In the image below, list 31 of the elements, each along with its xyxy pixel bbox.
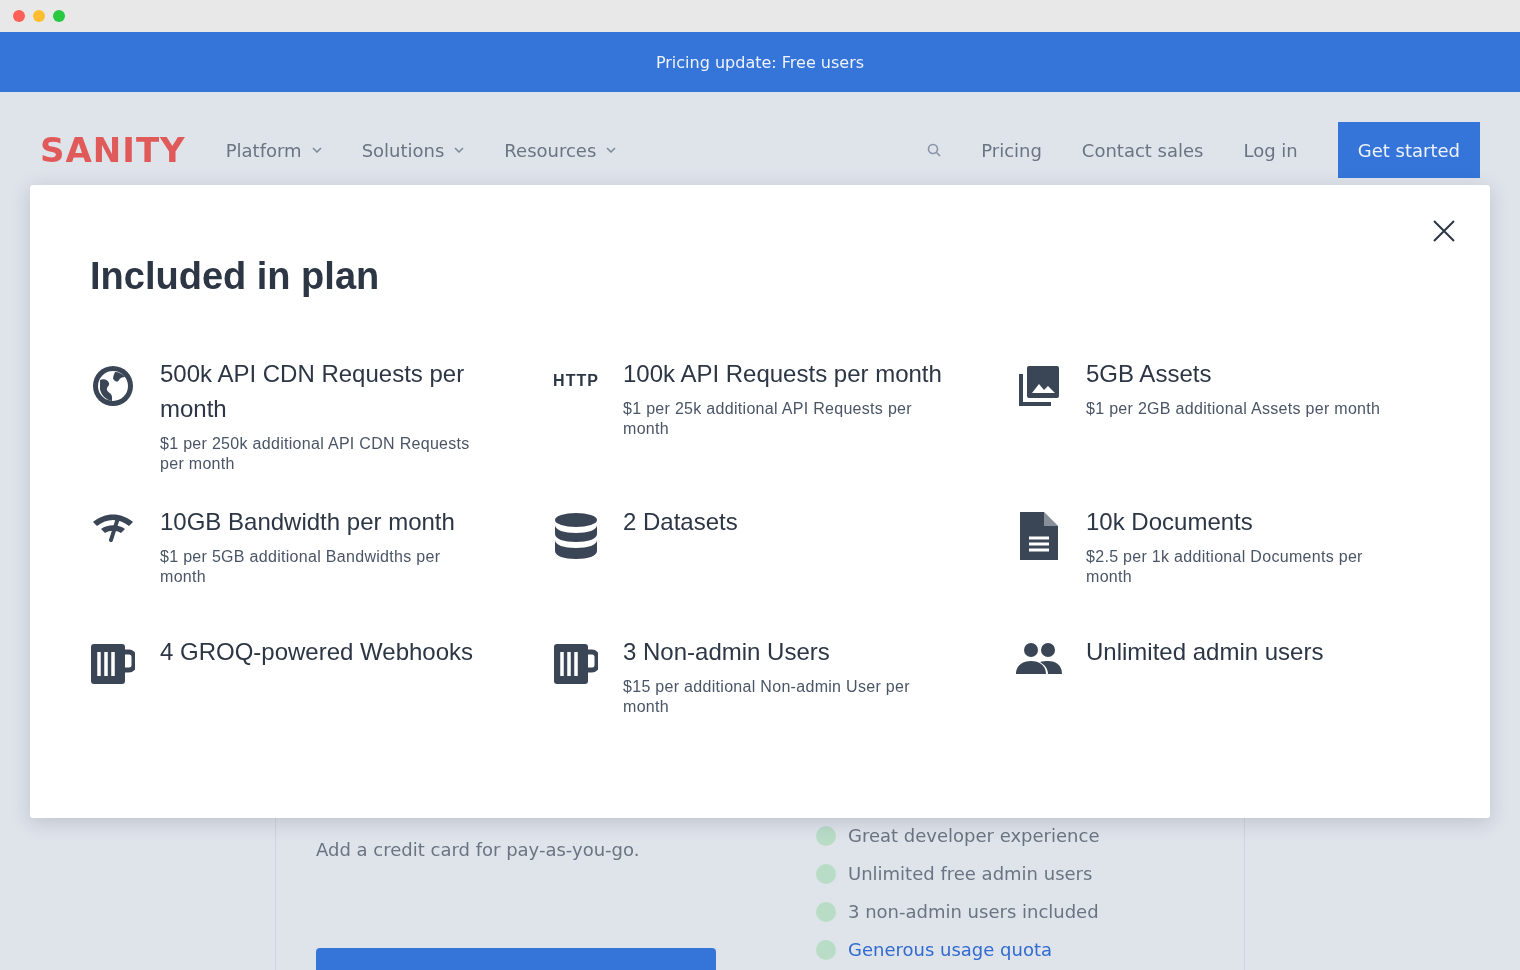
feature-title: 100k API Requests per month xyxy=(623,359,943,389)
feature-detail: $1 per 25k additional API Requests per month xyxy=(623,399,913,439)
nav-menu[interactable]: Resources xyxy=(504,139,597,161)
feature-title: Unlimited admin users xyxy=(1086,637,1325,667)
modal-title: Included in plan xyxy=(90,255,381,298)
nav-menu[interactable]: Solutions xyxy=(361,139,445,161)
feature-title: 500k API CDN Requests per month xyxy=(160,359,466,424)
benefit-text: 3 non-admin users included xyxy=(848,901,1099,923)
feature-title: 5GB Assets xyxy=(1086,359,1213,389)
feature-title: 10k Documents xyxy=(1086,507,1254,537)
feature-detail: $1 per 5GB additional Bandwidths per month xyxy=(160,547,442,587)
nav-link[interactable]: Contact sales xyxy=(1081,139,1204,161)
benefit-text: Great developer experience xyxy=(848,825,1100,847)
nav-link[interactable]: Pricing xyxy=(981,139,1042,161)
feature-detail: $2.5 per 1k additional Documents per month xyxy=(1086,547,1364,587)
http-label: HTTP xyxy=(553,371,599,390)
benefit-link[interactable]: Generous usage quota xyxy=(848,939,1052,961)
feature-title: 3 Non-admin Users xyxy=(623,637,831,667)
feature-detail: $15 per additional Non-admin User per month xyxy=(623,677,911,717)
logo[interactable]: SANITY xyxy=(40,130,186,170)
nav-link[interactable]: Log in xyxy=(1243,139,1298,161)
get-started-button[interactable]: Get started xyxy=(1337,122,1480,178)
banner-text[interactable]: Pricing update: Free users xyxy=(655,52,865,72)
plan-note: Add a credit card for pay-as-you-go. xyxy=(316,839,641,860)
feature-detail: $1 per 250k additional API CDN Requests per month xyxy=(160,434,471,474)
feature-title: 2 Datasets xyxy=(623,507,739,537)
feature-title: 10GB Bandwidth per month xyxy=(160,507,456,537)
nav-menu[interactable]: Platform xyxy=(225,139,302,161)
feature-title: 4 GROQ-powered Webhooks xyxy=(160,637,475,667)
benefit-text: Unlimited free admin users xyxy=(848,863,1093,885)
feature-detail: $1 per 2GB additional Assets per month xyxy=(1086,399,1382,419)
